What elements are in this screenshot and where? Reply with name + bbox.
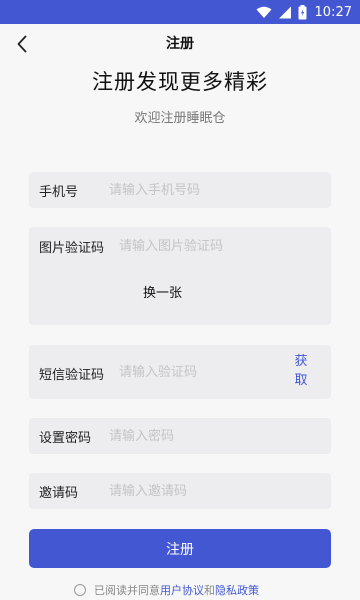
status-time: 10:27 xyxy=(314,4,352,20)
status-icons: 10:27 xyxy=(256,3,352,21)
wifi-icon xyxy=(256,6,272,19)
agreement-prefix: 已阅读并同意 xyxy=(94,584,160,597)
phone-field: 手机号 xyxy=(29,172,331,208)
sms-code-field: 短信验证码 获取 xyxy=(29,345,331,399)
phone-input[interactable] xyxy=(109,176,319,204)
agreement-and: 和 xyxy=(204,584,215,597)
get-code-button[interactable]: 获取 xyxy=(293,352,309,390)
invite-code-label: 邀请码 xyxy=(39,486,79,501)
privacy-policy-link[interactable]: 隐私政策 xyxy=(215,582,259,598)
signal-icon xyxy=(278,6,292,19)
captcha-input[interactable] xyxy=(119,232,319,260)
password-label: 设置密码 xyxy=(39,431,92,446)
phone-label: 手机号 xyxy=(39,185,79,200)
headline: 注册发现更多精彩 xyxy=(92,70,268,94)
agreement-row: 已阅读并同意 用户协议 和 隐私政策 xyxy=(74,581,259,599)
sms-code-input[interactable] xyxy=(119,358,279,386)
refresh-captcha-button[interactable]: 换一张 xyxy=(143,282,182,301)
captcha-field: 图片验证码 换一张 xyxy=(29,227,331,325)
nav-bar: 注册 xyxy=(0,24,360,64)
status-bar: 10:27 xyxy=(0,0,360,24)
subheadline: 欢迎注册睡眠仓 xyxy=(134,111,226,126)
password-input[interactable] xyxy=(109,422,319,450)
sms-code-label: 短信验证码 xyxy=(39,368,105,383)
user-agreement-link[interactable]: 用户协议 xyxy=(160,582,204,598)
page-title: 注册 xyxy=(166,36,194,52)
battery-icon xyxy=(298,4,307,20)
register-button[interactable]: 注册 xyxy=(29,529,331,568)
invite-code-field: 邀请码 xyxy=(29,473,331,509)
invite-code-input[interactable] xyxy=(109,477,319,505)
agreement-checkbox[interactable] xyxy=(74,584,86,596)
password-field: 设置密码 xyxy=(29,418,331,454)
captcha-label: 图片验证码 xyxy=(39,241,105,256)
